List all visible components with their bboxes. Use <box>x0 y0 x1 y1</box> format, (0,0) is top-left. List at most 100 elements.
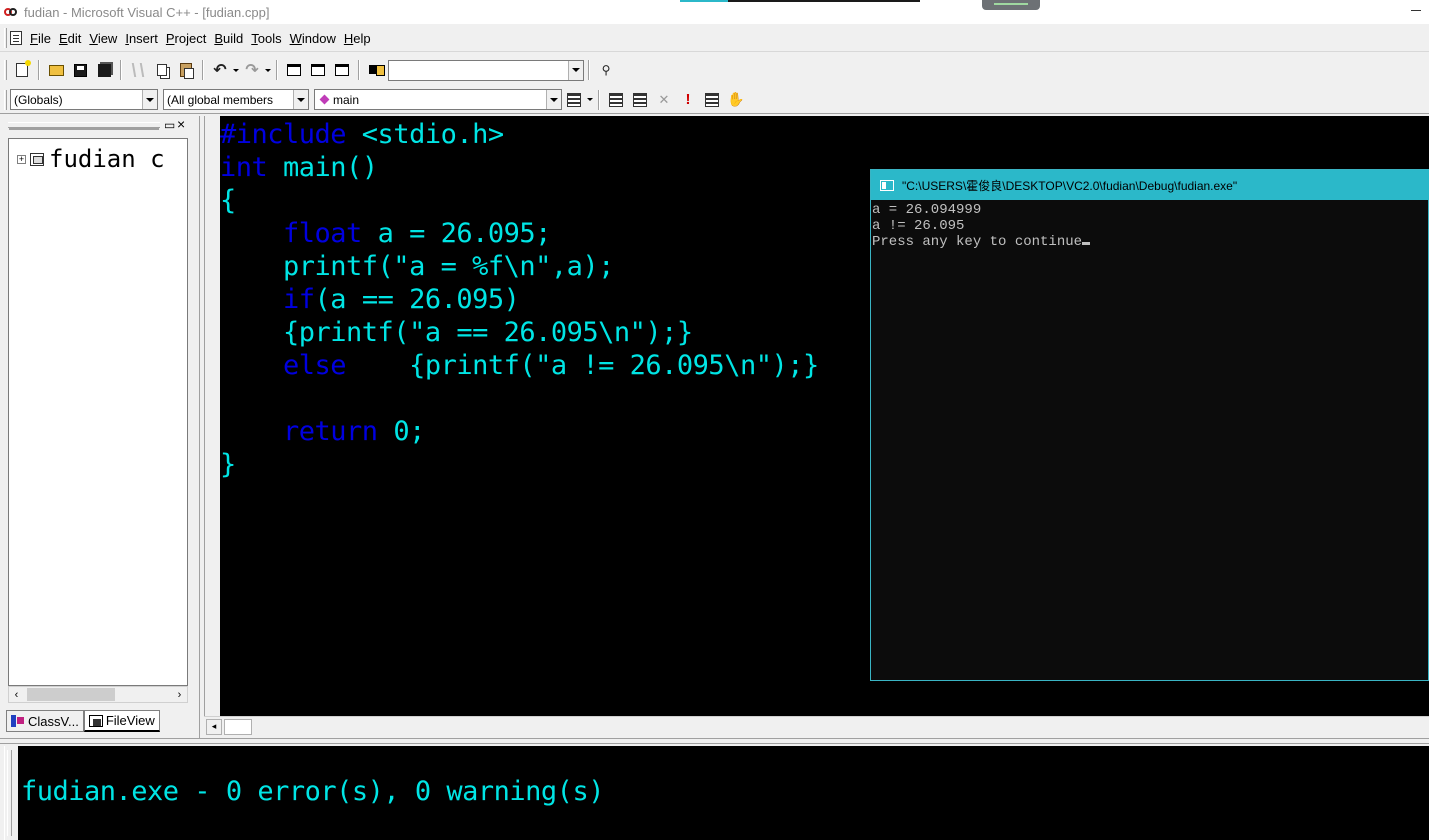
redo-dropdown-icon[interactable] <box>264 66 272 74</box>
window-list-button[interactable] <box>331 59 353 81</box>
find-combo[interactable] <box>388 59 584 81</box>
menu-tools[interactable]: Tools <box>247 31 285 46</box>
output-grip[interactable] <box>4 746 12 840</box>
function-combo[interactable]: main <box>314 89 562 110</box>
console-title-bar[interactable]: "C:\USERS\霍俊良\DESKTOP\VC2.0\fudian\Debug… <box>871 170 1429 200</box>
new-file-icon <box>16 60 31 77</box>
workspace-tree-container: + fudian c ‹ › <box>8 138 188 800</box>
undo-dropdown-icon[interactable] <box>232 66 240 74</box>
console-line: Press any key to continue <box>872 234 1091 250</box>
toolbar-separator <box>358 60 360 80</box>
hand-icon: ✋ <box>727 91 745 107</box>
scroll-thumb[interactable] <box>27 688 115 701</box>
restore-icon[interactable]: ▭ <box>164 118 175 132</box>
members-combo[interactable]: (All global members <box>163 89 309 110</box>
compile-icon <box>609 92 623 107</box>
tab-classview[interactable]: ClassV... <box>6 710 84 732</box>
scroll-left-icon[interactable]: ‹ <box>9 689 24 701</box>
scroll-left-icon[interactable]: ◂ <box>206 718 222 735</box>
compile-button[interactable] <box>605 89 627 111</box>
go-button[interactable] <box>701 89 723 111</box>
chevron-down-icon[interactable] <box>568 60 583 80</box>
chevron-down-icon[interactable] <box>546 90 561 109</box>
code-line[interactable]: { <box>220 184 819 217</box>
window-list-icon <box>335 64 349 76</box>
execute-button[interactable]: ! <box>677 89 699 111</box>
code-line[interactable]: {printf("a == 26.095\n");} <box>220 316 819 349</box>
toolbar-grip[interactable] <box>4 60 7 80</box>
scroll-right-icon[interactable]: › <box>172 689 187 701</box>
tree-node-workspace[interactable]: + fudian c <box>17 145 165 173</box>
menu-view[interactable]: View <box>85 31 121 46</box>
workspace-header: ▭ × <box>4 116 194 132</box>
close-icon[interactable]: × <box>177 116 185 132</box>
toolbar-separator <box>588 60 590 80</box>
open-button[interactable] <box>45 59 67 81</box>
code-line[interactable]: printf("a = %f\n",a); <box>220 250 819 283</box>
code-line[interactable] <box>220 382 819 415</box>
source-code[interactable]: #include <stdio.h> int main(){ float a = … <box>220 118 819 481</box>
code-line[interactable]: int main() <box>220 151 819 184</box>
console-window[interactable]: "C:\USERS\霍俊良\DESKTOP\VC2.0\fudian\Debug… <box>870 169 1429 681</box>
menu-edit[interactable]: Edit <box>55 31 85 46</box>
console-icon <box>880 179 894 191</box>
wizard-action-dropdown-icon[interactable] <box>586 96 594 104</box>
clipboard-icon <box>180 63 194 79</box>
build-button[interactable] <box>629 89 651 111</box>
document-icon[interactable] <box>10 31 22 45</box>
editor-hscroll[interactable]: ◂ <box>204 716 1429 736</box>
code-line[interactable]: if(a == 26.095) <box>220 283 819 316</box>
save-all-button[interactable] <box>93 59 115 81</box>
wizardbar-grip[interactable] <box>4 89 7 110</box>
code-line[interactable]: } <box>220 448 819 481</box>
menu-file[interactable]: File <box>26 31 55 46</box>
save-button[interactable] <box>69 59 91 81</box>
pane-splitter[interactable] <box>0 738 1429 744</box>
folder-open-icon <box>48 64 64 76</box>
undo-button[interactable]: ↶ <box>209 59 231 81</box>
find-in-files-icon <box>369 63 385 77</box>
output-button[interactable] <box>307 59 329 81</box>
menu-help[interactable]: Help <box>340 31 375 46</box>
taskbar-strip <box>680 0 728 2</box>
search-button[interactable]: ⚲ <box>595 59 617 81</box>
scroll-thumb[interactable] <box>224 718 252 735</box>
menu-build[interactable]: Build <box>210 31 247 46</box>
copy-icon <box>157 64 167 76</box>
workspace-button[interactable] <box>283 59 305 81</box>
visual-cpp-icon <box>4 6 20 18</box>
breakpoint-button[interactable]: ✋ <box>725 89 747 111</box>
workspace-hscroll[interactable]: ‹ › <box>8 686 188 703</box>
menu-insert[interactable]: Insert <box>121 31 162 46</box>
classview-icon <box>11 715 25 727</box>
console-line: a != 26.095 <box>872 218 965 234</box>
tab-classview-label: ClassV... <box>28 713 79 729</box>
chevron-down-icon[interactable] <box>293 90 308 109</box>
toolbar-separator <box>38 60 40 80</box>
redo-button[interactable]: ↷ <box>241 59 263 81</box>
paste-button[interactable] <box>175 59 197 81</box>
menubar-grip[interactable] <box>4 28 7 48</box>
stop-build-button[interactable]: ✕ <box>653 89 675 111</box>
find-in-files-button[interactable] <box>365 59 387 81</box>
code-line[interactable]: float a = 26.095; <box>220 217 819 250</box>
copy-button[interactable] <box>151 59 173 81</box>
cut-button[interactable] <box>127 59 149 81</box>
wizard-action-button[interactable] <box>563 89 585 111</box>
output-pane[interactable]: fudian.exe - 0 error(s), 0 warning(s) <box>18 746 1429 840</box>
chevron-down-icon[interactable] <box>142 90 157 109</box>
expand-icon[interactable]: + <box>17 154 26 164</box>
menu-window[interactable]: Window <box>286 31 340 46</box>
workspace-tree[interactable]: + fudian c <box>8 138 188 686</box>
minimize-icon[interactable] <box>1411 10 1421 11</box>
code-line[interactable]: return 0; <box>220 415 819 448</box>
scope-combo[interactable]: (Globals) <box>10 89 158 110</box>
tab-fileview[interactable]: FileView <box>83 710 160 732</box>
code-line[interactable]: #include <stdio.h> <box>220 118 819 151</box>
menu-project[interactable]: Project <box>162 31 210 46</box>
workspace-drag-bar[interactable] <box>8 122 160 128</box>
new-text-file-button[interactable] <box>11 59 33 81</box>
code-line[interactable]: else {printf("a != 26.095\n");} <box>220 349 819 382</box>
wizard-action-icon <box>567 92 581 107</box>
toolbar-separator <box>598 89 600 110</box>
